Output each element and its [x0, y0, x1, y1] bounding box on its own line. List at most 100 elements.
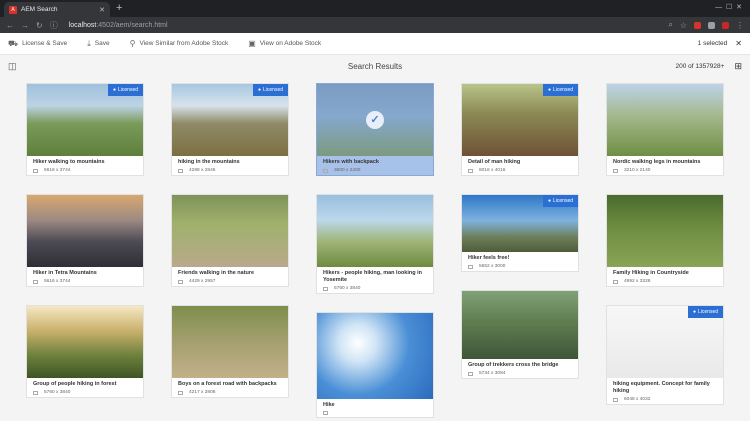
result-card[interactable]: Nordic walking legs in mountains 3210 x 2…	[606, 83, 724, 176]
browser-tab-strip: A AEM Search ✕ + — ☐ ✕	[0, 0, 750, 17]
card-meta	[317, 409, 433, 417]
window-controls[interactable]: — ☐ ✕	[715, 3, 742, 11]
result-card[interactable]: ✓ Hikers with backpack 3600 x 2400	[316, 83, 434, 176]
menu-icon[interactable]: ⋮	[736, 21, 744, 30]
thumbnail-image[interactable]: ● Licensed	[462, 195, 578, 252]
check-circle-icon: ●	[547, 87, 551, 93]
image-file-icon	[323, 411, 328, 415]
licensed-badge: ● Licensed	[687, 306, 723, 318]
licensed-badge: ● Licensed	[542, 84, 578, 96]
image-dimensions: 5652 x 3000	[479, 264, 506, 269]
thumbnail-image[interactable]	[317, 313, 433, 399]
license-save-button[interactable]: ⛟ License & Save	[8, 39, 67, 49]
result-card[interactable]: ● Licensed hiking equipment. Concept for f…	[606, 305, 724, 405]
license-save-label: License & Save	[22, 40, 68, 47]
thumbnail-image[interactable]	[607, 195, 723, 267]
address-bar-row: ← → ↻ ⓘ localhost:4502/aem/search.html ⌕…	[0, 17, 750, 33]
extension-icon[interactable]	[708, 21, 715, 29]
card-meta: 5760 x 3840	[317, 284, 433, 293]
image-dimensions: 6016 x 4016	[479, 168, 506, 173]
card-title: Hiker in Tetra Mountains	[33, 270, 97, 276]
card-title: Boys on a forest road with backpacks	[178, 381, 277, 387]
view-on-stock-label: View on Adobe Stock	[259, 40, 322, 47]
result-card[interactable]: ● Licensed Detail of man hiking 6016 x 4016	[461, 83, 579, 176]
view-on-stock-button[interactable]: ▣ View on Adobe Stock	[248, 39, 321, 48]
image-file-icon	[613, 168, 618, 173]
zoom-icon[interactable]: ⌕	[668, 20, 672, 30]
image-dimensions: 3600 x 2400	[334, 168, 361, 173]
card-title: Group of people hiking in forest	[33, 381, 117, 387]
result-card[interactable]: Hikers - people hiking, man looking in Y…	[316, 194, 434, 294]
extension-icon[interactable]	[694, 21, 701, 29]
thumbnail-image[interactable]: ✓	[317, 84, 433, 156]
result-card[interactable]: Boys on a forest road with backpacks 4217…	[171, 305, 289, 398]
info-icon[interactable]: ⓘ	[50, 20, 58, 31]
card-title: Family Hiking in Countryside	[613, 270, 689, 276]
result-card[interactable]: ● Licensed Hiker walking to mountains 5616 …	[26, 83, 144, 176]
close-icon[interactable]: ✕	[99, 6, 105, 14]
extension-icon[interactable]	[722, 21, 729, 29]
image-dimensions: 5616 x 3744	[44, 279, 71, 284]
rail-toggle-icon[interactable]: ◫	[8, 61, 17, 72]
thumbnail-image[interactable]	[607, 84, 723, 156]
thumbnail-image[interactable]	[27, 306, 143, 378]
stock-icon: ▣	[248, 39, 256, 48]
licensed-label: Licensed	[262, 87, 283, 93]
card-meta: 3600 x 2400	[317, 166, 433, 175]
image-file-icon	[613, 279, 618, 284]
result-card[interactable]: ● Licensed Hiker feels free! 5652 x 3000	[461, 194, 579, 272]
selected-check-icon[interactable]: ✓	[366, 111, 384, 129]
result-card[interactable]: Group of people hiking in forest 5760 x 3…	[26, 305, 144, 398]
aem-favicon-icon: A	[9, 5, 17, 14]
browser-tab[interactable]: A AEM Search ✕	[4, 2, 110, 17]
thumbnail-image[interactable]: ● Licensed	[172, 84, 288, 156]
thumbnail-image[interactable]	[317, 195, 433, 267]
card-meta: 6048 x 4032	[607, 395, 723, 404]
result-card[interactable]: Hike	[316, 312, 434, 418]
save-button[interactable]: ⤓ Save	[87, 39, 109, 49]
image-file-icon	[323, 286, 328, 291]
licensed-badge: ● Licensed	[252, 84, 288, 96]
thumbnail-image[interactable]	[172, 306, 288, 378]
url-host: localhost	[68, 21, 97, 29]
result-card[interactable]: Hiker in Tetra Mountains 5616 x 3744	[26, 194, 144, 287]
card-meta: 5616 x 3744	[27, 277, 143, 286]
image-dimensions: 4429 x 2957	[189, 279, 216, 284]
card-title: hiking in the mountains	[178, 159, 240, 165]
download-icon: ⤓	[87, 38, 91, 48]
card-title: Hikers - people hiking, man looking in Y…	[323, 270, 423, 283]
action-toolbar: ⛟ License & Save ⤓ Save ⚲ View Similar from…	[0, 33, 750, 55]
licensed-label: Licensed	[552, 198, 573, 204]
view-similar-button[interactable]: ⚲ View Similar from Adobe Stock	[130, 39, 229, 48]
forward-icon[interactable]: →	[21, 21, 29, 30]
star-icon[interactable]: ☆	[680, 21, 687, 30]
new-tab-icon[interactable]: +	[116, 2, 122, 14]
thumbnail-image[interactable]	[462, 291, 578, 359]
licensed-label: Licensed	[117, 87, 138, 93]
check-circle-icon: ●	[547, 198, 551, 204]
thumbnail-image[interactable]	[27, 195, 143, 267]
image-dimensions: 3210 x 2140	[624, 168, 651, 173]
check-circle-icon: ●	[692, 309, 696, 315]
card-title: Hiker walking to mountains	[33, 159, 105, 165]
close-selection-icon[interactable]: ✕	[735, 39, 742, 48]
result-card[interactable]: Friends walking in the nature 4429 x 2957	[171, 194, 289, 287]
back-icon[interactable]: ←	[6, 21, 14, 30]
reload-icon[interactable]: ↻	[36, 21, 43, 30]
result-card[interactable]: ● Licensed hiking in the mountains 4288 x 2…	[171, 83, 289, 176]
thumbnail-image[interactable]: ● Licensed	[607, 306, 723, 378]
result-card[interactable]: Family Hiking in Countryside 4992 x 3328	[606, 194, 724, 287]
card-meta: 5616 x 3744	[27, 166, 143, 175]
image-dimensions: 4288 x 2846	[189, 168, 216, 173]
result-count: 200 of 1357928+	[675, 62, 725, 70]
search-icon: ⚲	[129, 39, 136, 48]
thumbnail-image[interactable]: ● Licensed	[27, 84, 143, 156]
view-switcher-icon[interactable]: ⊞	[734, 61, 742, 72]
image-file-icon	[33, 279, 38, 284]
check-circle-icon: ●	[257, 87, 261, 93]
result-card[interactable]: Group of trekkers cross the bridge 5734 x…	[461, 290, 579, 379]
thumbnail-image[interactable]	[172, 195, 288, 267]
image-dimensions: 6048 x 4032	[624, 397, 651, 402]
url-field[interactable]: localhost:4502/aem/search.html	[69, 22, 662, 29]
thumbnail-image[interactable]: ● Licensed	[462, 84, 578, 156]
